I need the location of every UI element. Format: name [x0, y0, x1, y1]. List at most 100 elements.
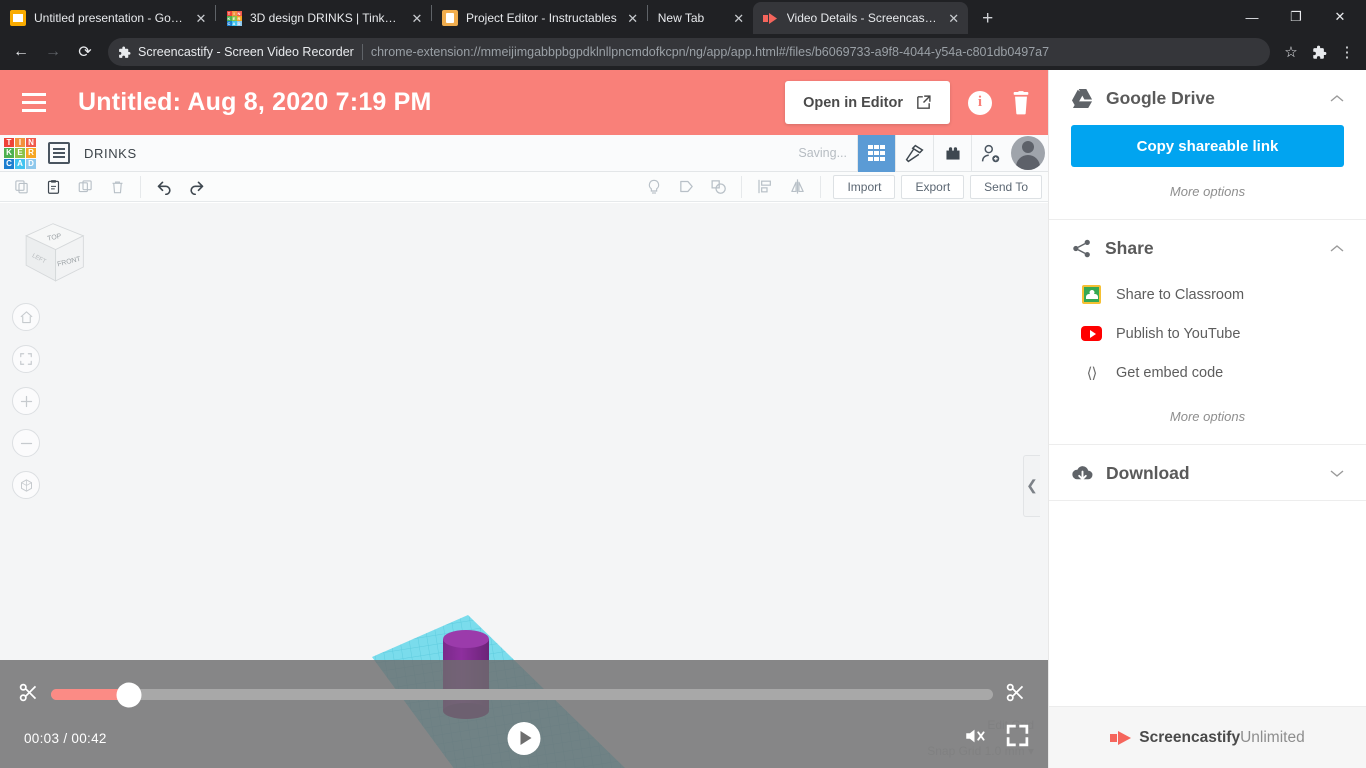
window-minimize-button[interactable]: — [1230, 2, 1274, 32]
mute-button[interactable] [962, 725, 987, 752]
panel-collapse-button[interactable]: ❮ [1023, 455, 1040, 517]
trim-start-scissors-icon[interactable] [18, 682, 39, 707]
logo-tile: K [4, 148, 14, 158]
hammer-icon[interactable] [895, 135, 933, 172]
add-person-icon[interactable] [971, 135, 1009, 172]
blocks-icon[interactable] [933, 135, 971, 172]
chevron-down-icon[interactable] [1330, 466, 1344, 481]
paste-icon[interactable] [38, 174, 68, 200]
tab-close-button[interactable]: ✕ [193, 10, 209, 26]
share-more-options-link[interactable]: More options [1071, 409, 1344, 424]
group-icon[interactable] [703, 174, 733, 200]
extension-name: Screencastify - Screen Video Recorder [138, 45, 354, 59]
share-to-classroom-item[interactable]: Share to Classroom [1071, 275, 1344, 314]
project-list-icon[interactable] [48, 142, 70, 164]
user-avatar[interactable] [1011, 136, 1045, 170]
logo-tile: A [15, 159, 25, 169]
window-controls: — ❐ ✕ [1230, 0, 1366, 34]
browser-tab-1[interactable]: TIN KER CAD 3D design DRINKS | Tinkercad… [216, 2, 431, 34]
light-icon[interactable] [639, 174, 669, 200]
browser-tab-0[interactable]: Untitled presentation - Google S ✕ [0, 2, 215, 34]
hamburger-menu-icon[interactable] [16, 85, 52, 121]
send-to-button[interactable]: Send To [970, 175, 1042, 199]
tab-close-button[interactable]: ✕ [409, 10, 425, 26]
tab-close-button[interactable]: ✕ [946, 10, 962, 26]
forward-button[interactable]: → [38, 37, 68, 67]
copy-icon[interactable] [6, 174, 36, 200]
play-button[interactable] [508, 722, 541, 755]
omnibox-divider [362, 44, 363, 60]
browser-tab-3[interactable]: New Tab ✕ [648, 2, 753, 34]
tab-close-button[interactable]: ✕ [731, 10, 747, 26]
tinkercad-edit-toolbar: Import Export Send To [0, 172, 1048, 202]
share-item-label: Share to Classroom [1116, 287, 1244, 303]
footer-brand-bold: Screencastify [1139, 729, 1240, 746]
footer-brand: ScreencastifyUnlimited [1139, 729, 1304, 747]
reload-button[interactable]: ⟳ [70, 37, 100, 67]
info-icon[interactable]: i [968, 91, 992, 115]
browser-tab-4-active[interactable]: Video Details - Screencastify ✕ [753, 2, 968, 34]
external-link-icon [915, 94, 932, 111]
export-button[interactable]: Export [901, 175, 964, 199]
google-slides-icon [10, 10, 26, 26]
mirror-icon[interactable] [782, 174, 812, 200]
chevron-up-icon[interactable] [1330, 91, 1344, 106]
section-title: Share [1105, 238, 1318, 259]
open-in-editor-button[interactable]: Open in Editor [785, 81, 950, 124]
delete-icon[interactable] [102, 174, 132, 200]
google-drive-header[interactable]: Google Drive [1071, 88, 1344, 109]
tab-close-button[interactable]: ✕ [625, 10, 641, 26]
browser-menu-icon[interactable]: ⋮ [1334, 39, 1360, 65]
tab-title: Video Details - Screencastify [787, 11, 938, 25]
new-tab-button[interactable]: + [974, 4, 1002, 32]
logo-tile: T [4, 138, 14, 148]
tab-title: Untitled presentation - Google S [34, 11, 185, 25]
embed-code-icon: ⟨⟩ [1081, 362, 1102, 383]
trim-end-scissors-icon[interactable] [1005, 682, 1026, 707]
toolbar-divider [741, 176, 742, 198]
bookmark-star-icon[interactable]: ☆ [1278, 39, 1304, 65]
logo-tile: N [26, 138, 36, 148]
screencastify-logo-glyph [763, 12, 778, 25]
extensions-icon[interactable] [1306, 39, 1332, 65]
google-drive-icon [1071, 88, 1094, 109]
video-controls: 00:03 / 00:42 [0, 660, 1048, 768]
progress-track[interactable] [51, 689, 993, 700]
extension-chip[interactable]: Screencastify - Screen Video Recorder [118, 45, 354, 59]
progress-handle[interactable] [117, 682, 142, 707]
chevron-up-icon[interactable] [1330, 241, 1344, 256]
shape-icon[interactable] [671, 174, 701, 200]
address-bar[interactable]: Screencastify - Screen Video Recorder ch… [108, 38, 1270, 66]
drive-more-options-link[interactable]: More options [1071, 184, 1344, 199]
copy-shareable-link-button[interactable]: Copy shareable link [1071, 125, 1344, 167]
youtube-icon [1081, 323, 1102, 344]
scrubber-row [0, 660, 1048, 707]
video-preview-frame[interactable]: T I N K E R C A D DRINKS Saving... [0, 135, 1048, 768]
align-icon[interactable] [750, 174, 780, 200]
get-embed-code-item[interactable]: ⟨⟩ Get embed code [1071, 353, 1344, 392]
window-maximize-button[interactable]: ❐ [1274, 2, 1318, 32]
tinkercad-icon: TIN KER CAD [226, 10, 242, 26]
download-header[interactable]: Download [1071, 463, 1344, 484]
browser-tab-2[interactable]: Project Editor - Instructables ✕ [432, 2, 647, 34]
player-right-controls [962, 723, 1030, 753]
window-close-button[interactable]: ✕ [1318, 2, 1362, 32]
duplicate-icon[interactable] [70, 174, 100, 200]
delete-icon[interactable] [1010, 90, 1032, 116]
publish-to-youtube-item[interactable]: Publish to YouTube [1071, 314, 1344, 353]
import-button[interactable]: Import [833, 175, 895, 199]
tab-title: 3D design DRINKS | Tinkercad [250, 11, 401, 25]
grid-view-icon[interactable] [857, 135, 895, 172]
redo-icon[interactable] [181, 174, 211, 200]
share-header[interactable]: Share [1071, 238, 1344, 259]
toolbar-divider [140, 176, 141, 198]
undo-icon[interactable] [149, 174, 179, 200]
fullscreen-button[interactable] [1005, 723, 1030, 753]
puzzle-icon [118, 46, 131, 59]
footer-brand-light: Unlimited [1240, 729, 1305, 746]
google-classroom-icon [1081, 284, 1102, 305]
back-button[interactable]: ← [6, 37, 36, 67]
section-title: Google Drive [1106, 88, 1318, 109]
share-item-label: Get embed code [1116, 365, 1223, 381]
sidebar-section-download: Download [1049, 445, 1366, 501]
